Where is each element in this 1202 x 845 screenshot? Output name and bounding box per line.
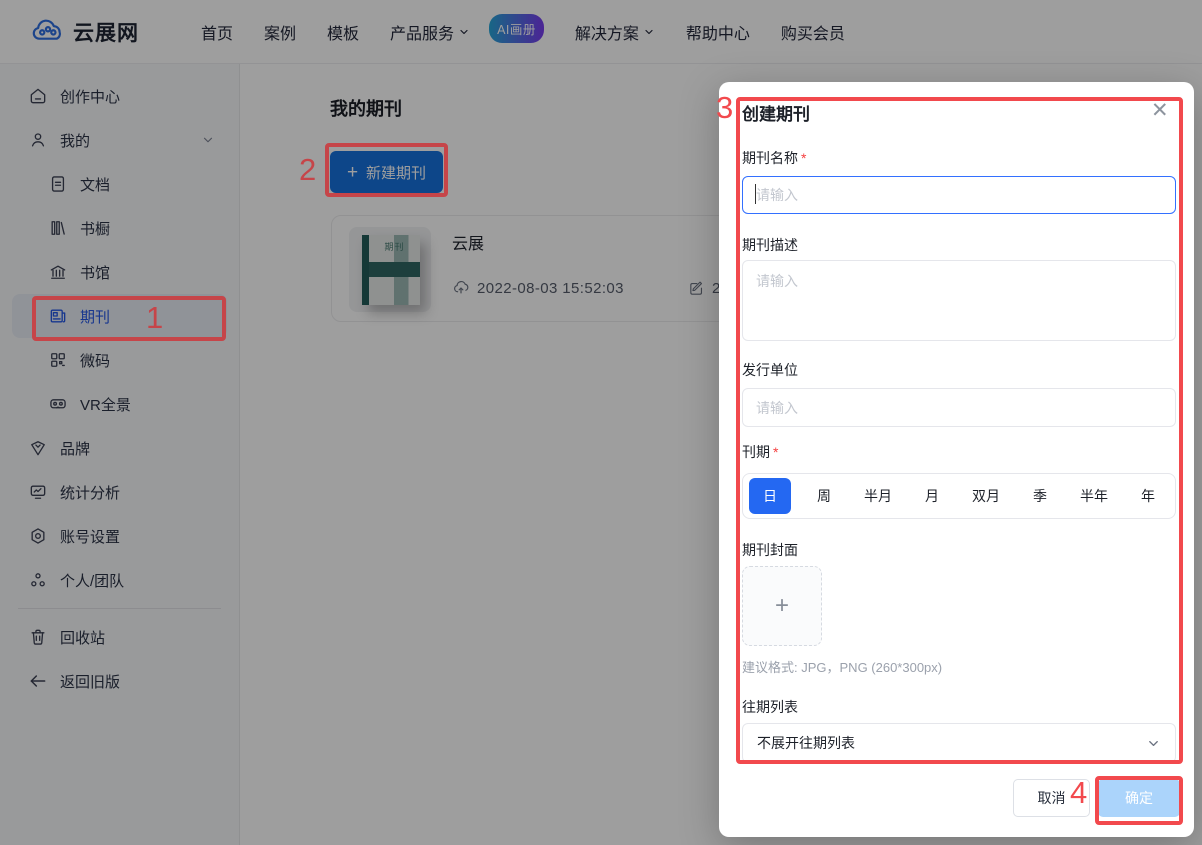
journal-name-input[interactable] <box>742 176 1176 214</box>
publisher-label: 发行单位 <box>742 360 798 380</box>
journal-description-textarea[interactable] <box>742 260 1176 341</box>
chevron-down-icon <box>1146 736 1161 751</box>
confirm-button[interactable]: 确定 <box>1098 779 1180 817</box>
journal-description-label: 期刊描述 <box>742 235 798 255</box>
archive-list-select[interactable]: 不展开往期列表 <box>742 723 1176 763</box>
publisher-input[interactable] <box>742 388 1176 427</box>
period-option-半月[interactable]: 半月 <box>851 486 905 506</box>
period-option-half-year[interactable]: 半年 <box>1067 486 1121 506</box>
cover-format-hint: 建议格式: JPG，PNG (260*300px) <box>742 657 942 676</box>
required-asterisk: * <box>773 444 778 460</box>
period-option-weekly[interactable]: 周 <box>797 486 851 506</box>
period-segmented-control: 日 周 半月 月 双月 季 半年 年 <box>742 473 1176 519</box>
journal-cover-label: 期刊封面 <box>742 540 798 560</box>
archive-list-value: 不展开往期列表 <box>757 733 855 753</box>
modal-title: 创建期刊 <box>742 100 810 125</box>
plus-icon: + <box>775 592 789 620</box>
cover-upload-box[interactable]: + <box>742 566 822 646</box>
text-caret <box>755 184 756 204</box>
close-icon[interactable]: ✕ <box>1151 100 1169 121</box>
journal-name-label: 期刊名称* <box>742 148 806 168</box>
cancel-button[interactable]: 取消 <box>1013 779 1090 817</box>
period-option-monthly[interactable]: 月 <box>905 486 959 506</box>
create-journal-modal: 创建期刊 ✕ 期刊名称* 期刊描述 发行单位 刊期* 日 周 半月 月 双月 季… <box>719 82 1194 837</box>
required-asterisk: * <box>801 150 806 166</box>
period-option-yearly[interactable]: 年 <box>1121 486 1175 506</box>
period-option-quarterly[interactable]: 季 <box>1013 486 1067 506</box>
period-label: 刊期* <box>742 442 778 462</box>
period-option-bimonthly[interactable]: 双月 <box>959 486 1013 506</box>
archive-list-label: 往期列表 <box>742 697 798 717</box>
period-option-daily[interactable]: 日 <box>743 478 797 514</box>
